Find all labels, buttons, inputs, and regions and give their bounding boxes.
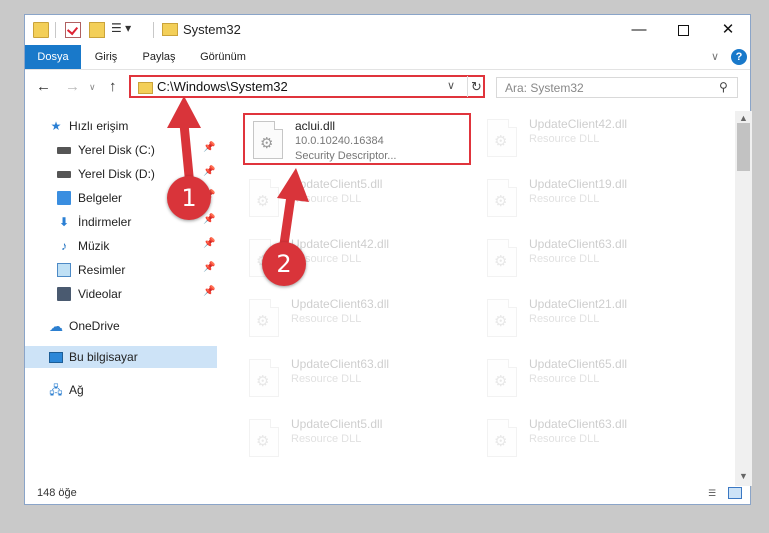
- arrow-to-address-bar: [167, 96, 201, 191]
- annotation-marker-2: 2: [262, 242, 306, 286]
- annotation-arrows: [167, 96, 309, 263]
- annotation-marker-1: 1: [167, 176, 211, 220]
